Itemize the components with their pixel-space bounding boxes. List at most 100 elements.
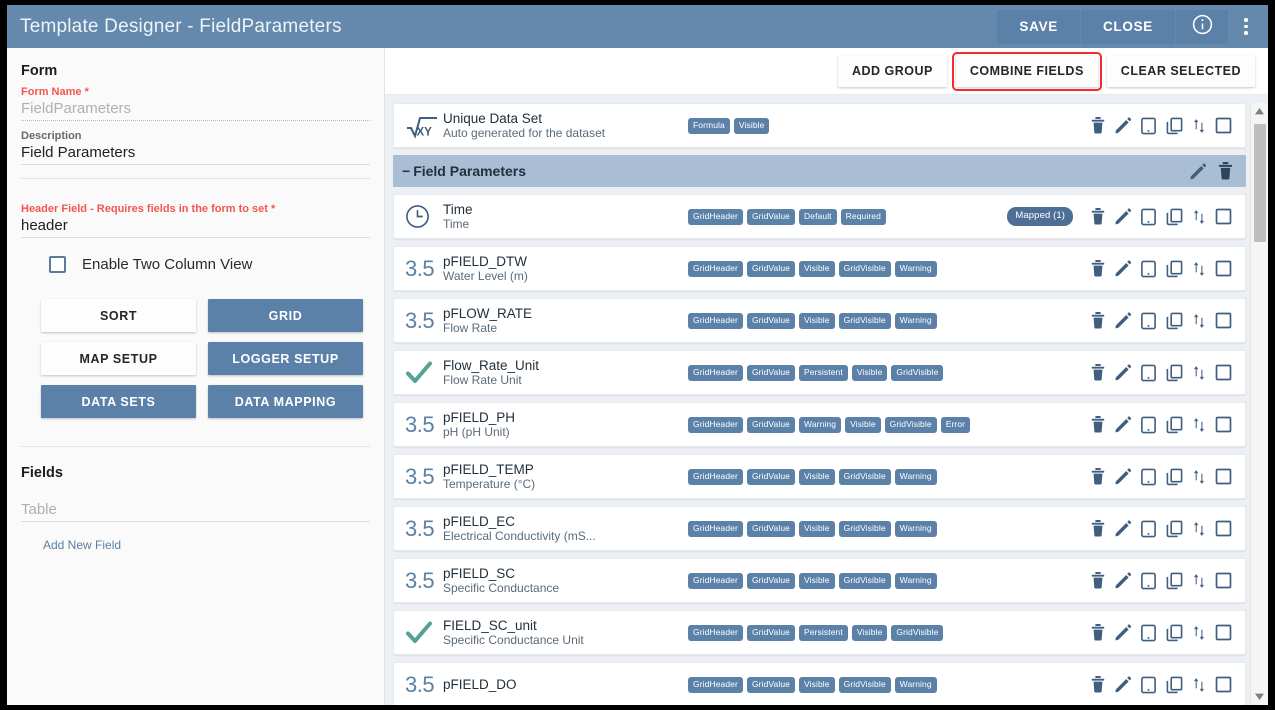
trash-icon[interactable] <box>1090 416 1106 433</box>
tablet-icon[interactable] <box>1140 624 1157 642</box>
sort-updown-icon[interactable] <box>1192 208 1206 226</box>
pencil-icon[interactable] <box>1115 117 1131 134</box>
tablet-icon[interactable] <box>1140 676 1157 694</box>
field-row[interactable]: 3.5 pFIELD_SC Specific Conductance GridHead… <box>393 558 1246 603</box>
tablet-icon[interactable] <box>1140 260 1157 278</box>
checkbox-icon[interactable] <box>1215 624 1232 641</box>
scroll-up-icon[interactable] <box>1251 103 1268 120</box>
trash-icon[interactable] <box>1090 572 1106 589</box>
combine-fields-button[interactable]: COMBINE FIELDS <box>951 51 1102 91</box>
pencil-icon[interactable] <box>1115 624 1131 641</box>
scrollbar-track[interactable] <box>1253 120 1266 688</box>
field-row[interactable]: 3.5 pFIELD_DO GridHeader GridValue Visible Gr… <box>393 662 1246 705</box>
trash-icon[interactable] <box>1090 364 1106 381</box>
sort-updown-icon[interactable] <box>1192 312 1206 330</box>
add-new-field-link[interactable]: Add New Field <box>43 538 370 552</box>
trash-icon[interactable] <box>1217 162 1234 180</box>
form-name-input[interactable]: FieldParameters <box>21 100 370 120</box>
checkbox-icon[interactable] <box>49 256 66 273</box>
tablet-icon[interactable] <box>1140 364 1157 382</box>
checkbox-icon[interactable] <box>1215 260 1232 277</box>
duplicate-icon[interactable] <box>1166 416 1183 434</box>
tablet-icon[interactable] <box>1140 572 1157 590</box>
list-scrollbar[interactable] <box>1250 103 1268 705</box>
two-column-view-row[interactable]: Enable Two Column View <box>49 256 370 273</box>
scroll-down-icon[interactable] <box>1251 688 1268 705</box>
kebab-menu-icon[interactable] <box>1232 10 1260 44</box>
checkbox-icon[interactable] <box>1215 572 1232 589</box>
clear-selected-button[interactable]: CLEAR SELECTED <box>1106 55 1255 87</box>
map-setup-button[interactable]: MAP SETUP <box>41 342 196 375</box>
checkbox-icon[interactable] <box>1215 208 1232 225</box>
field-row[interactable]: FIELD_SC_unit Specific Conductance Unit Gr… <box>393 610 1246 655</box>
trash-icon[interactable] <box>1090 208 1106 225</box>
duplicate-icon[interactable] <box>1166 676 1183 694</box>
sort-updown-icon[interactable] <box>1192 468 1206 486</box>
trash-icon[interactable] <box>1090 676 1106 693</box>
trash-icon[interactable] <box>1090 312 1106 329</box>
tablet-icon[interactable] <box>1140 416 1157 434</box>
pencil-icon[interactable] <box>1115 520 1131 537</box>
tablet-icon[interactable] <box>1140 468 1157 486</box>
trash-icon[interactable] <box>1090 117 1106 134</box>
duplicate-icon[interactable] <box>1166 312 1183 330</box>
pencil-icon[interactable] <box>1115 260 1131 277</box>
sort-updown-icon[interactable] <box>1192 676 1206 694</box>
pencil-icon[interactable] <box>1190 162 1206 180</box>
checkbox-icon[interactable] <box>1215 520 1232 537</box>
pencil-icon[interactable] <box>1115 676 1131 693</box>
trash-icon[interactable] <box>1090 624 1106 641</box>
checkbox-icon[interactable] <box>1215 468 1232 485</box>
checkbox-icon[interactable] <box>1215 676 1232 693</box>
dataset-row[interactable]: XY Unique Data Set Auto generated for th… <box>393 103 1246 148</box>
close-button[interactable]: CLOSE <box>1080 9 1175 44</box>
sort-updown-icon[interactable] <box>1192 520 1206 538</box>
field-row[interactable]: 3.5 pFIELD_PH pH (pH Unit) GridHeader GridVa… <box>393 402 1246 447</box>
duplicate-icon[interactable] <box>1166 468 1183 486</box>
pencil-icon[interactable] <box>1115 416 1131 433</box>
data-sets-button[interactable]: DATA SETS <box>41 385 196 418</box>
logger-setup-button[interactable]: LOGGER SETUP <box>208 342 363 375</box>
checkbox-icon[interactable] <box>1215 416 1232 433</box>
trash-icon[interactable] <box>1090 520 1106 537</box>
field-row[interactable]: 3.5 pFIELD_TEMP Temperature (°C) GridHeader… <box>393 454 1246 499</box>
header-field-input[interactable]: header <box>21 217 370 237</box>
table-input[interactable]: Table <box>21 501 370 521</box>
field-row[interactable]: 3.5 pFIELD_EC Electrical Conductivity (mS.… <box>393 506 1246 551</box>
duplicate-icon[interactable] <box>1166 624 1183 642</box>
pencil-icon[interactable] <box>1115 208 1131 225</box>
checkbox-icon[interactable] <box>1215 364 1232 381</box>
checkbox-icon[interactable] <box>1215 312 1232 329</box>
sort-button[interactable]: SORT <box>41 299 196 332</box>
scrollbar-thumb[interactable] <box>1254 124 1266 242</box>
field-row[interactable]: Flow_Rate_Unit Flow Rate Unit GridHeader Gr… <box>393 350 1246 395</box>
checkbox-icon[interactable] <box>1215 117 1232 134</box>
tablet-icon[interactable] <box>1140 312 1157 330</box>
duplicate-icon[interactable] <box>1166 117 1183 135</box>
sort-updown-icon[interactable] <box>1192 416 1206 434</box>
pencil-icon[interactable] <box>1115 468 1131 485</box>
duplicate-icon[interactable] <box>1166 208 1183 226</box>
duplicate-icon[interactable] <box>1166 260 1183 278</box>
tablet-icon[interactable] <box>1140 520 1157 538</box>
duplicate-icon[interactable] <box>1166 364 1183 382</box>
pencil-icon[interactable] <box>1115 572 1131 589</box>
add-group-button[interactable]: ADD GROUP <box>837 55 947 87</box>
save-button[interactable]: SAVE <box>997 9 1080 44</box>
tablet-icon[interactable] <box>1140 117 1157 135</box>
field-row[interactable]: 3.5 pFIELD_DTW Water Level (m) GridHeader Gr… <box>393 246 1246 291</box>
data-mapping-button[interactable]: DATA MAPPING <box>208 385 363 418</box>
trash-icon[interactable] <box>1090 468 1106 485</box>
collapse-toggle-icon[interactable]: − <box>402 164 410 178</box>
info-button[interactable] <box>1176 9 1228 44</box>
field-row[interactable]: 3.5 pFLOW_RATE Flow Rate GridHeader GridValu… <box>393 298 1246 343</box>
field-row[interactable]: Time Time GridHeader GridValue Default Requir… <box>393 194 1246 239</box>
description-input[interactable]: Field Parameters <box>21 144 370 164</box>
sort-updown-icon[interactable] <box>1192 572 1206 590</box>
group-header-field-parameters[interactable]: − Field Parameters <box>393 155 1246 187</box>
tablet-icon[interactable] <box>1140 208 1157 226</box>
grid-button[interactable]: GRID <box>208 299 363 332</box>
sort-updown-icon[interactable] <box>1192 624 1206 642</box>
pencil-icon[interactable] <box>1115 312 1131 329</box>
sort-updown-icon[interactable] <box>1192 260 1206 278</box>
